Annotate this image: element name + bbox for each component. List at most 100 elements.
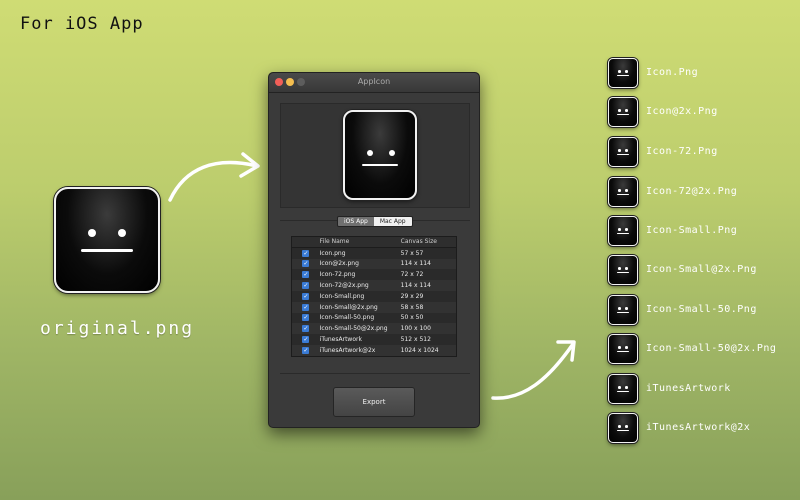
- checkbox[interactable]: ✓: [302, 325, 310, 333]
- row-check-cell: ✓: [292, 325, 320, 333]
- table-row[interactable]: ✓ iTunesArtwork@2x 1024 x 1024: [292, 344, 456, 356]
- divider: [280, 373, 470, 374]
- table-body: ✓ Icon.png 57 x 57 ✓ Icon@2x.png 114 x 114 ✓ Ic…: [292, 248, 456, 356]
- table-row[interactable]: ✓ Icon-Small-50@2x.png 100 x 100: [292, 323, 456, 335]
- output-file-label: Icon@2x.Png: [646, 106, 718, 117]
- canvas-size-cell: 72 x 72: [400, 271, 424, 279]
- output-file-item: Icon-Small@2x.Png: [608, 255, 798, 285]
- segment-ios-app[interactable]: iOS App: [338, 217, 374, 226]
- arrow-to-window-icon: [168, 152, 260, 202]
- row-check-cell: ✓: [292, 336, 320, 344]
- canvas-size-cell: 512 x 512: [400, 336, 431, 344]
- checkbox[interactable]: ✓: [302, 282, 310, 290]
- eye-left: [618, 70, 621, 73]
- face-icon: [608, 216, 638, 246]
- output-file-label: iTunesArtwork: [646, 383, 731, 394]
- face-icon: [608, 255, 638, 285]
- eye-right: [625, 307, 628, 310]
- checkbox[interactable]: ✓: [302, 260, 310, 268]
- mouth: [616, 272, 629, 273]
- mouth: [616, 312, 629, 313]
- canvas-size-cell: 100 x 100: [400, 325, 431, 333]
- eye-left: [618, 149, 621, 152]
- file-name-cell: iTunesArtwork@2x: [319, 346, 376, 354]
- output-file-item: Icon-Small-50@2x.Png: [608, 334, 798, 364]
- appicon-window: AppIcon iOS App Mac App File Name Canvas…: [268, 72, 480, 428]
- file-name-cell: Icon-Small.png: [319, 292, 365, 300]
- file-name-cell: Icon.png: [319, 249, 346, 257]
- table-row[interactable]: ✓ Icon@2x.png 114 x 114: [292, 258, 456, 270]
- original-label: original.png: [40, 318, 195, 339]
- icon-drop-well[interactable]: [280, 103, 470, 208]
- file-name-cell: Icon@2x.png: [319, 260, 359, 268]
- eye-right: [625, 70, 628, 73]
- face-icon: [608, 137, 638, 167]
- table-row[interactable]: ✓ Icon-72.png 72 x 72: [292, 269, 456, 280]
- header-file-name[interactable]: File Name: [320, 238, 401, 245]
- face-icon: [608, 374, 638, 404]
- window-title: AppIcon: [357, 77, 391, 86]
- checkbox[interactable]: ✓: [302, 292, 310, 300]
- canvas-size-cell: 50 x 50: [400, 314, 424, 322]
- output-file-label: Icon-72@2x.Png: [646, 186, 738, 197]
- output-file-label: Icon.Png: [646, 67, 699, 78]
- mouth: [616, 430, 629, 431]
- output-file-item: iTunesArtwork: [608, 374, 798, 404]
- eye-right: [625, 386, 628, 389]
- checkbox[interactable]: ✓: [302, 271, 310, 279]
- platform-segmented-control[interactable]: iOS App Mac App: [337, 216, 413, 227]
- row-check-cell: ✓: [292, 249, 320, 257]
- checkbox[interactable]: ✓: [302, 346, 310, 354]
- file-name-cell: Icon-Small-50@2x.png: [319, 325, 388, 333]
- row-check-cell: ✓: [292, 346, 320, 354]
- checkbox[interactable]: ✓: [302, 314, 310, 322]
- face-icon: [608, 413, 638, 443]
- window-titlebar[interactable]: AppIcon: [269, 73, 479, 93]
- header-title: For iOS App: [20, 14, 144, 34]
- checkbox[interactable]: ✓: [302, 336, 310, 344]
- segment-mac-app[interactable]: Mac App: [373, 217, 412, 226]
- canvas-size-cell: 57 x 57: [400, 249, 424, 257]
- row-check-cell: ✓: [292, 260, 320, 268]
- canvas-size-cell: 29 x 29: [400, 292, 424, 300]
- row-check-cell: ✓: [292, 314, 320, 322]
- table-row[interactable]: ✓ Icon-Small@2x.png 58 x 58: [292, 301, 456, 313]
- row-check-cell: ✓: [292, 282, 320, 290]
- mouth: [616, 194, 629, 195]
- file-name-cell: Icon-72@2x.png: [319, 282, 369, 290]
- original-face-icon: [54, 187, 160, 293]
- file-name-cell: iTunesArtwork: [319, 336, 362, 344]
- row-check-cell: ✓: [292, 292, 320, 300]
- mouth: [616, 233, 629, 234]
- mouth: [616, 114, 629, 115]
- output-file-item: Icon-72@2x.Png: [608, 177, 798, 207]
- eye-left: [618, 228, 621, 231]
- eye-right: [625, 267, 628, 270]
- export-button[interactable]: Export: [333, 387, 415, 417]
- checkbox[interactable]: ✓: [302, 249, 310, 257]
- mouth: [616, 75, 629, 76]
- eye-left: [618, 386, 621, 389]
- face-icon: [608, 334, 638, 364]
- table-row[interactable]: ✓ Icon.png 57 x 57: [292, 248, 456, 259]
- output-file-item: Icon@2x.Png: [608, 97, 798, 127]
- table-row[interactable]: ✓ iTunesArtwork 512 x 512: [292, 334, 456, 345]
- output-file-label: Icon-Small.Png: [646, 225, 738, 236]
- file-name-cell: Icon-Small-50.png: [319, 314, 375, 322]
- header-canvas-size[interactable]: Canvas Size: [401, 238, 456, 245]
- checkbox[interactable]: ✓: [302, 303, 310, 311]
- canvas-size-cell: 114 x 114: [400, 282, 431, 290]
- eye-left: [88, 229, 96, 237]
- output-file-item: Icon.Png: [608, 58, 798, 88]
- output-file-item: Icon-Small.Png: [608, 216, 798, 246]
- table-row[interactable]: ✓ Icon-72@2x.png 114 x 114: [292, 280, 456, 291]
- mouth: [616, 391, 629, 392]
- output-file-item: iTunesArtwork@2x: [608, 413, 798, 443]
- output-file-label: Icon-72.Png: [646, 146, 718, 157]
- table-row[interactable]: ✓ Icon-Small.png 29 x 29: [292, 291, 456, 302]
- table-row[interactable]: ✓ Icon-Small-50.png 50 x 50: [292, 313, 456, 324]
- eye-left: [618, 307, 621, 310]
- file-name-cell: Icon-72.png: [319, 271, 356, 279]
- file-name-cell: Icon-Small@2x.png: [319, 303, 378, 311]
- eye-left: [618, 346, 621, 349]
